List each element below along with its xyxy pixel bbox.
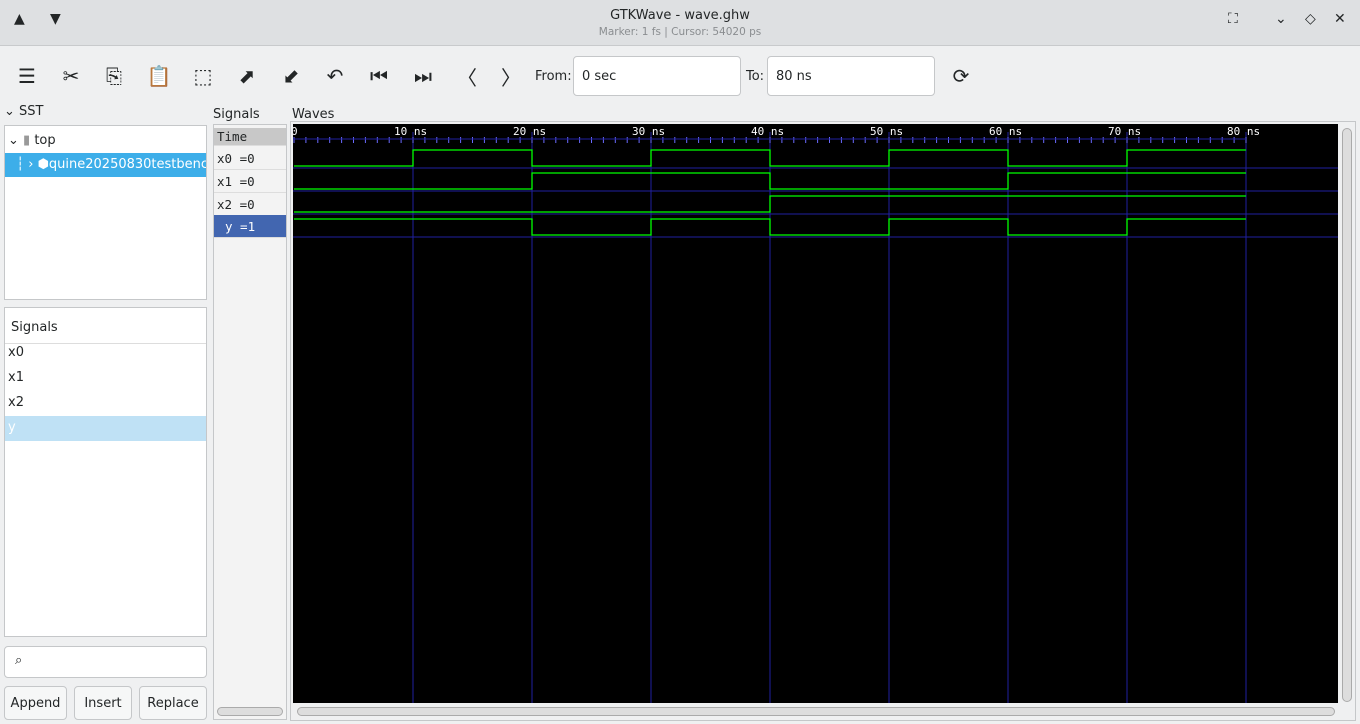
tick-label: 0: [293, 125, 298, 138]
reload-icon[interactable]: ⟳: [946, 60, 976, 92]
tree-label: quine20250830testbench: [48, 157, 207, 172]
sst-expander[interactable]: ⌄ SST: [4, 104, 43, 119]
from-input[interactable]: 0 sec: [573, 56, 741, 96]
window-subtitle: Marker: 1 fs | Cursor: 54020 ps: [598, 26, 762, 38]
fullscreen-icon[interactable]: ⛶: [1228, 11, 1238, 27]
trace-x1: [294, 172, 1246, 190]
maximize-icon[interactable]: ◇: [1305, 11, 1316, 27]
signal-row-x0[interactable]: x0 =0: [214, 147, 286, 170]
to-label: To:: [746, 69, 765, 84]
insert-button[interactable]: Insert: [74, 686, 132, 720]
replace-button[interactable]: Replace: [139, 686, 207, 720]
signal-row-x2[interactable]: x2 =0: [214, 193, 286, 216]
sst-tree: ⌄ ▮ top ┆ › ⬢quine20250830testbench: [4, 125, 207, 300]
tick-label: 50 ns: [870, 125, 903, 138]
zoom-out-icon[interactable]: ⬋: [276, 60, 306, 92]
module-icon: ⬢: [37, 157, 49, 172]
first-icon[interactable]: ⏮: [364, 60, 394, 92]
list-item[interactable]: y: [5, 416, 206, 441]
append-button[interactable]: Append: [4, 686, 67, 720]
from-label: From:: [535, 69, 572, 84]
tick-label: 20 ns: [513, 125, 546, 138]
signal-row-y[interactable]: y =1: [214, 215, 286, 238]
waves-canvas[interactable]: 0 10 ns 20 ns 30 ns 40 ns 50 ns 60 ns 70 ns 80 n…: [293, 124, 1338, 703]
tree-item-testbench[interactable]: ┆ › ⬢quine20250830testbench: [5, 153, 206, 177]
time-header: Time: [214, 128, 286, 146]
tick-label: 10 ns: [394, 125, 427, 138]
signals-list-header: Signals: [5, 312, 206, 344]
tick-label: 30 ns: [632, 125, 665, 138]
waves-panel-title: Waves: [292, 107, 335, 122]
close-icon[interactable]: ✕: [1334, 11, 1346, 27]
prev-icon[interactable]: 〈: [452, 60, 482, 92]
trace-x0: [294, 149, 1246, 167]
tick-label: 60 ns: [989, 125, 1022, 138]
tree-item-top[interactable]: ⌄ ▮ top: [5, 129, 206, 153]
tree-label: top: [34, 133, 56, 148]
search-icon: ⌕: [15, 653, 23, 668]
zoom-fit-icon[interactable]: ⬚: [188, 60, 218, 92]
copy-icon[interactable]: ⎘: [99, 60, 129, 92]
list-item[interactable]: x2: [5, 391, 206, 416]
menu-icon[interactable]: ☰: [12, 60, 42, 92]
last-icon[interactable]: ⏭: [408, 60, 438, 92]
paste-icon[interactable]: 📋: [144, 60, 174, 92]
trace-x2: [294, 195, 1246, 213]
signals-list: Signals x0 x1 x2 y: [4, 307, 207, 637]
search-input[interactable]: ⌕: [4, 646, 207, 678]
window-title: GTKWave - wave.ghw: [610, 8, 750, 23]
list-item[interactable]: x0: [5, 341, 206, 366]
signals-hscrollbar[interactable]: [217, 707, 283, 716]
waves-hscrollbar[interactable]: [297, 707, 1335, 716]
undo-icon[interactable]: ↶: [320, 60, 350, 92]
tick-label: 80 ns: [1227, 125, 1260, 138]
to-input[interactable]: 80 ns: [767, 56, 935, 96]
trace-y: [294, 218, 1246, 236]
title-bar: ▲ ▼ GTKWave - wave.ghw Marker: 1 fs | Cu…: [0, 0, 1360, 46]
tick-label: 40 ns: [751, 125, 784, 138]
zoom-in-icon[interactable]: ⬈: [232, 60, 262, 92]
waves-vscrollbar[interactable]: [1342, 128, 1352, 702]
sst-title: SST: [19, 104, 44, 119]
cut-icon[interactable]: ✂: [56, 60, 86, 92]
database-icon: ▮: [23, 133, 31, 148]
tick-label: 70 ns: [1108, 125, 1141, 138]
next-icon[interactable]: 〉: [496, 60, 526, 92]
minimize-icon[interactable]: ⌄: [1275, 11, 1287, 27]
list-item[interactable]: x1: [5, 366, 206, 391]
signal-row-x1[interactable]: x1 =0: [214, 170, 286, 193]
signals-panel-title: Signals: [213, 107, 260, 122]
